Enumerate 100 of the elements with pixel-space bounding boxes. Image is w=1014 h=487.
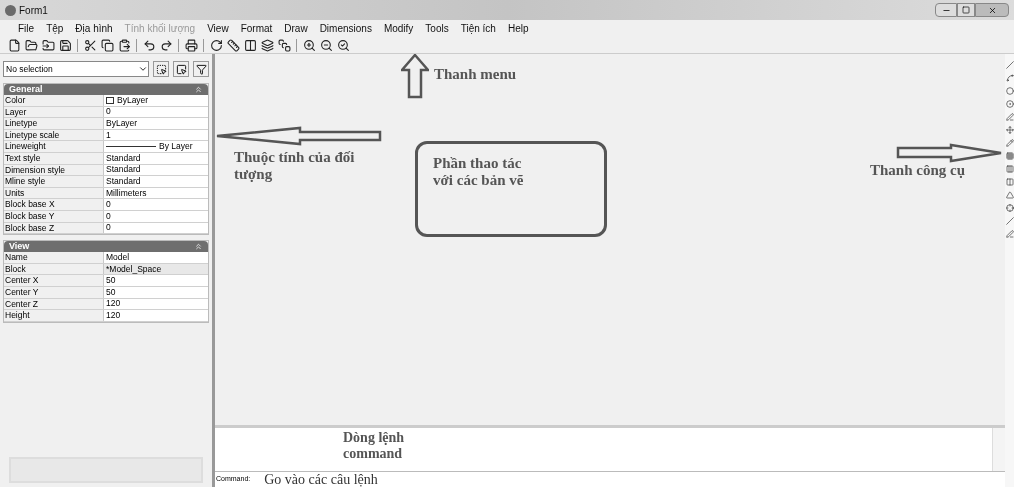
tool-button[interactable]	[1005, 151, 1014, 161]
rotate-button[interactable]	[208, 37, 224, 53]
app-icon	[5, 4, 16, 16]
quick-select-button[interactable]	[173, 61, 190, 77]
layers-icon	[260, 38, 274, 52]
collapse-icon	[194, 242, 203, 252]
scrollbar[interactable]	[992, 428, 1005, 471]
property-value[interactable]: 0	[104, 199, 208, 210]
property-value[interactable]: 1	[104, 129, 208, 141]
property-value[interactable]: ByLayer	[104, 118, 208, 129]
tool-icon	[1005, 139, 1014, 147]
zoom-in-button[interactable]	[301, 37, 317, 53]
zoom-button[interactable]	[335, 37, 351, 53]
property-name: Height	[4, 310, 104, 321]
tool-icon	[1005, 204, 1014, 212]
folder-button[interactable]	[23, 37, 39, 53]
menu-item[interactable]: Tiện ích	[454, 21, 502, 36]
tool-button[interactable]	[1005, 99, 1014, 109]
printer-icon	[184, 38, 198, 52]
tool-icon	[1005, 230, 1014, 238]
redo-icon	[159, 38, 173, 52]
tool-button[interactable]	[1005, 177, 1014, 187]
minimize-button[interactable]	[935, 3, 957, 17]
property-value[interactable]: Standard	[104, 164, 208, 176]
pointer-icon	[175, 63, 187, 75]
select-objects-button[interactable]	[153, 61, 170, 77]
tool-icon	[1005, 217, 1014, 225]
new-file-icon	[7, 38, 21, 52]
property-value[interactable]: 0	[104, 222, 208, 234]
folder-button[interactable]	[40, 37, 56, 53]
property-value[interactable]: *Model_Space	[104, 263, 208, 275]
menu-item[interactable]: Help	[501, 21, 535, 36]
property-value[interactable]: Model	[104, 252, 208, 263]
property-value[interactable]: 50	[104, 275, 208, 286]
menu-item[interactable]: Tệp	[40, 21, 70, 36]
section-header[interactable]: General	[4, 84, 208, 95]
property-value[interactable]: Standard	[104, 152, 208, 164]
layers-button[interactable]	[259, 37, 275, 53]
copy-button[interactable]	[99, 37, 115, 53]
tool-button[interactable]	[1005, 229, 1014, 239]
property-name: Dimension style	[4, 164, 104, 176]
ruler-button[interactable]	[225, 37, 241, 53]
save-icon	[58, 38, 72, 52]
tool-icon	[1005, 61, 1014, 69]
property-value[interactable]: 0	[104, 210, 208, 222]
property-name: Block base Z	[4, 222, 104, 234]
tool-icon	[1005, 178, 1014, 186]
menu-item[interactable]: File	[12, 21, 41, 36]
property-value[interactable]: 50	[104, 286, 208, 298]
maximize-button[interactable]	[957, 3, 975, 17]
save-button[interactable]	[57, 37, 73, 53]
tool-button[interactable]	[1005, 164, 1014, 174]
menu-item[interactable]: Tools	[419, 21, 455, 36]
close-icon	[987, 5, 997, 15]
property-value[interactable]: 120	[104, 298, 208, 310]
tool-button[interactable]	[1005, 138, 1014, 148]
color-swatch-icon	[106, 96, 114, 104]
property-value[interactable]: ByLayer	[104, 95, 208, 106]
printer-button[interactable]	[183, 37, 199, 53]
menu-item[interactable]: Modify	[377, 21, 420, 36]
menu-item[interactable]: View	[201, 21, 235, 36]
filter-button[interactable]	[193, 61, 209, 77]
property-name: Linetype scale	[4, 129, 104, 141]
zoom-out-button[interactable]	[318, 37, 334, 53]
property-value[interactable]: Standard	[104, 176, 208, 187]
menu-item[interactable]: Draw	[278, 21, 314, 36]
property-value[interactable]: Millimeters	[104, 187, 208, 199]
stack-icon	[277, 38, 291, 52]
tool-button[interactable]	[1005, 86, 1014, 96]
property-name: Block	[4, 263, 104, 275]
menu-item[interactable]: Format	[234, 21, 279, 36]
tool-button[interactable]	[1005, 112, 1014, 122]
annotation-text: Phần thao tác với các bản vẽ	[433, 155, 525, 189]
tool-button[interactable]	[1005, 203, 1014, 213]
folder-icon	[41, 38, 55, 52]
columns-button[interactable]	[242, 37, 258, 53]
tool-button[interactable]	[1005, 216, 1014, 226]
annotation-text: Thanh menu	[434, 66, 517, 83]
property-value[interactable]: 120	[104, 310, 208, 321]
property-name: Name	[4, 252, 104, 263]
tool-button[interactable]	[1005, 125, 1014, 135]
annotation-text: Thanh công cụ	[870, 162, 966, 179]
tool-button[interactable]	[1005, 190, 1014, 200]
selection-dropdown[interactable]: No selection	[3, 61, 150, 77]
menu-item[interactable]: Địa hình	[69, 21, 119, 36]
property-value[interactable]: 0	[104, 106, 208, 118]
select-icon	[155, 63, 167, 75]
property-value[interactable]: By Layer	[104, 141, 208, 152]
section-header[interactable]: View	[4, 241, 208, 253]
scissors-button[interactable]	[82, 37, 98, 53]
tool-button[interactable]	[1005, 73, 1014, 83]
tool-button[interactable]	[1005, 60, 1014, 70]
property-name: Block base X	[4, 199, 104, 210]
folder-icon	[24, 38, 38, 52]
property-name: Center Y	[4, 286, 104, 298]
property-name: Text style	[4, 152, 104, 164]
stack-button[interactable]	[276, 37, 292, 53]
line-sample-icon	[106, 146, 156, 148]
menu-item[interactable]: Dimensions	[313, 21, 378, 36]
scissors-icon	[83, 38, 97, 52]
